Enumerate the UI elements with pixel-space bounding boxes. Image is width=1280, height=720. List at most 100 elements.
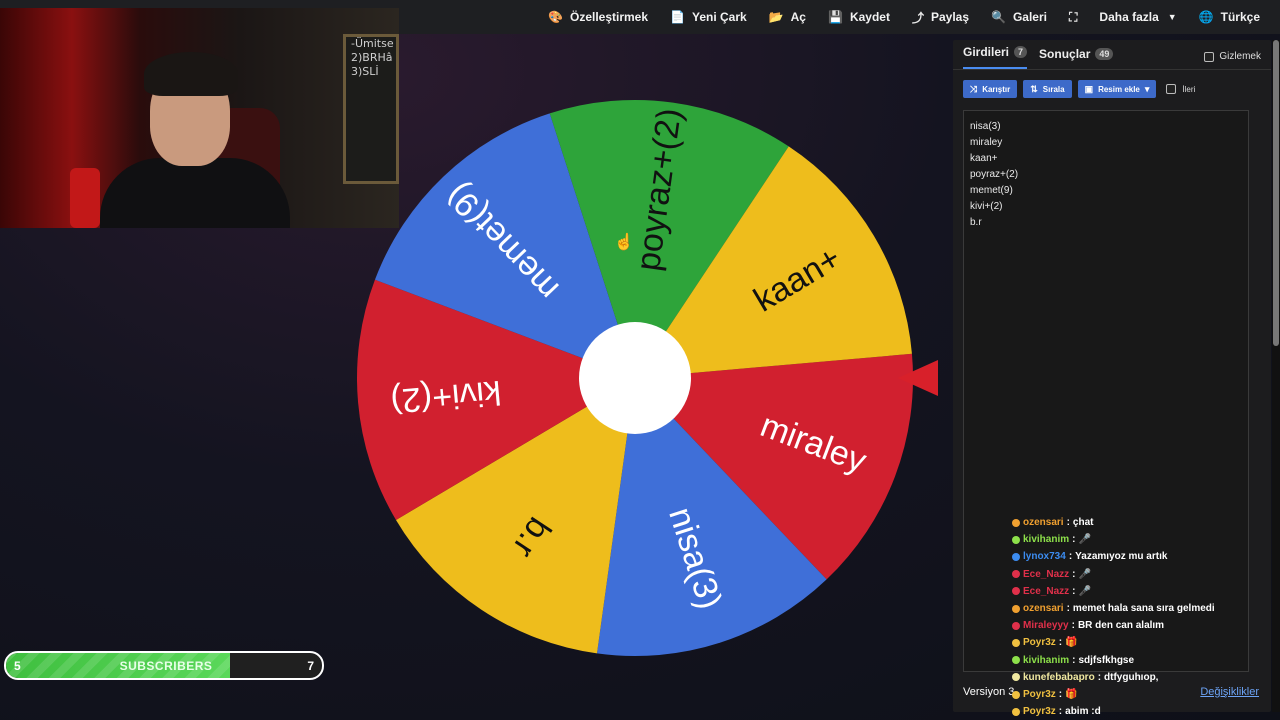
chat-separator: : <box>1072 534 1076 546</box>
hide-toggle[interactable]: Gizlemek <box>1204 51 1261 62</box>
subscriber-label: SUBSCRIBERS <box>119 659 213 673</box>
share-icon: ⤴ <box>911 10 924 25</box>
chat-separator: : <box>1058 706 1063 718</box>
chat-separator: : <box>1071 620 1075 632</box>
user-badge-icon <box>1012 707 1020 716</box>
chat-username: ozensari <box>1023 603 1064 615</box>
menu-item-4[interactable]: ⤴ Paylaş <box>912 9 969 26</box>
chat-username: Poyr3z <box>1023 689 1056 701</box>
chat-text: 🎤 <box>1078 568 1091 580</box>
sort-label: Sırala <box>1042 84 1065 94</box>
menu-item-label: Özelleştirmek <box>569 10 649 24</box>
menu-item-5[interactable]: 🔍 Galeri <box>991 10 1047 24</box>
menu-item-label: Kaydet <box>849 10 890 24</box>
panel-tabs: Girdileri 7 Sonuçlar 49 Gizlemek <box>953 40 1271 70</box>
chat-username: kivihanim <box>1023 534 1070 546</box>
chat-text: 🎁 <box>1065 689 1078 701</box>
hand-cursor-icon: ☝ <box>614 234 634 251</box>
menu-item-label: Türkçe <box>1220 10 1260 24</box>
chat-separator: : <box>1058 689 1063 701</box>
shuffle-button[interactable]: ⤨ Karıştır <box>963 80 1018 98</box>
version-label: Versiyon 3 <box>963 686 1015 698</box>
menu-item-2[interactable]: 📂 Aç <box>769 10 806 24</box>
search-icon: 🔍 <box>991 10 1006 24</box>
file-icon: 📄 <box>670 10 685 24</box>
shuffle-icon: ⤨ <box>970 83 978 94</box>
palette-icon: 🎨 <box>548 10 563 24</box>
tab-entries-label: Girdileri <box>963 45 1010 59</box>
chat-separator: : <box>1072 568 1076 580</box>
chat-message: Ece_Nazz: 🎤 <box>1012 583 1252 600</box>
user-badge-icon <box>1012 639 1020 648</box>
menu-item-label: Daha fazla <box>1099 10 1159 24</box>
menu-item-7[interactable]: Daha fazla ▼ <box>1099 10 1176 24</box>
user-badge-icon <box>1012 656 1020 665</box>
chevron-down-icon: ▼ <box>1167 12 1177 22</box>
red-lamp <box>70 168 100 228</box>
wheel-svg[interactable]: miraleynisa(3)b.rkivi+(2)memet(9) poyraz+… <box>355 98 915 658</box>
entry-line: kaan+ <box>970 153 998 164</box>
user-badge-icon <box>1012 673 1020 682</box>
advanced-label: İleri <box>1182 84 1196 94</box>
user-badge-icon <box>1012 553 1020 561</box>
chat-text: BR den can alalım <box>1077 620 1165 632</box>
chat-username: Poyr3z <box>1023 706 1056 718</box>
user-badge-icon <box>1012 621 1020 630</box>
tab-results[interactable]: Sonuçlar 49 <box>1039 47 1114 69</box>
entry-line: kivi+(2) <box>970 201 1003 212</box>
entry-line: memet(9) <box>970 185 1013 196</box>
chat-message: ozensari: çhat <box>1012 514 1252 531</box>
menu-item-label: Paylaş <box>930 10 970 24</box>
chat-message: Poyr3z: 🎁 <box>1012 686 1252 703</box>
board-line: 2)BRHâ <box>351 51 393 64</box>
menu-item-0[interactable]: 🎨 Özelleştirmek <box>548 10 648 24</box>
user-badge-icon <box>1012 604 1020 613</box>
advanced-checkbox[interactable] <box>1166 84 1177 94</box>
chat-separator: : <box>1068 551 1073 563</box>
entry-line: poyraz+(2) <box>970 169 1019 180</box>
add-image-button[interactable]: ▣ Resim ekle ▾ <box>1077 80 1157 98</box>
chat-text: sdjfsfkhgse <box>1078 654 1135 666</box>
sort-button[interactable]: ⇅ Sırala <box>1023 80 1072 98</box>
menu-item-3[interactable]: 💾 Kaydet <box>828 10 890 24</box>
board-line: -Ümitse <box>351 37 394 50</box>
stream-chat-overlay: ozensari: çhat kivihanim: 🎤 lynox734: Yazamıy… <box>1012 514 1252 720</box>
user-badge-icon <box>1012 570 1020 579</box>
advanced-toggle[interactable]: İleri <box>1166 84 1195 94</box>
chat-separator: : <box>1066 517 1070 528</box>
scrollbar-thumb[interactable] <box>1273 40 1279 346</box>
menu-item-6[interactable]: ⛶ <box>1069 10 1077 25</box>
entry-line: b.r <box>970 217 982 228</box>
hide-checkbox[interactable] <box>1204 51 1215 62</box>
spin-wheel[interactable]: miraley nisa(3) b.r kivi+(2) memet(9) poyraz+… <box>355 98 915 658</box>
menu-item-1[interactable]: 📄 Yeni Çark <box>670 10 747 24</box>
chat-message: lynox734: Yazamıyoz mu artık <box>1012 548 1252 565</box>
menu-item-label: Galeri <box>1012 10 1047 24</box>
chat-text: abim :d <box>1065 706 1101 718</box>
page-scrollbar[interactable] <box>1272 40 1280 712</box>
chat-separator: : <box>1058 637 1063 649</box>
user-badge-icon <box>1012 535 1020 544</box>
menu-item-label: Yeni Çark <box>691 10 747 24</box>
chat-separator: : <box>1066 603 1070 615</box>
folder-icon: 📂 <box>768 10 784 24</box>
chat-username: Ece_Nazz <box>1023 585 1070 597</box>
chat-username: lynox734 <box>1023 551 1066 563</box>
chat-text: dtfyguhıop, <box>1104 671 1159 683</box>
streamer-body <box>100 158 290 228</box>
wheel-pointer-icon <box>898 360 938 396</box>
chat-username: kivihanim <box>1023 654 1070 666</box>
chat-text: çhat <box>1072 517 1094 528</box>
image-icon: ▣ <box>1084 83 1094 94</box>
fullscreen-icon: ⛶ <box>1069 9 1078 24</box>
subscriber-goal-bar: 5 SUBSCRIBERS 7 <box>4 651 324 680</box>
webcam-overlay: -Ümitse 2)BRHâ 3)SLİ <box>0 8 399 228</box>
wheel-center-button[interactable] <box>579 322 691 434</box>
entry-line: miraley <box>970 137 1003 148</box>
menu-item-8[interactable]: 🌐 Türkçe <box>1199 10 1260 24</box>
results-count-badge: 49 <box>1095 48 1114 60</box>
entry-line: nisa(3) <box>970 121 1001 132</box>
chat-separator: : <box>1072 654 1076 666</box>
tab-entries[interactable]: Girdileri 7 <box>963 45 1028 69</box>
chat-text: 🎤 <box>1078 585 1091 597</box>
